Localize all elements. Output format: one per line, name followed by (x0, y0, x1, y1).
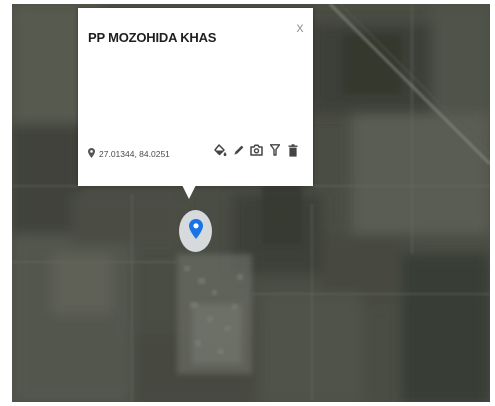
map-view[interactable]: PP MOZOHIDA KHAS x 27.01344, 84.0251 (12, 4, 490, 402)
camera-icon[interactable] (250, 142, 263, 158)
popup-pointer (182, 185, 196, 199)
close-button[interactable]: x (293, 20, 307, 34)
location-marker-icon (188, 218, 203, 244)
pencil-icon[interactable] (232, 142, 245, 158)
filter-icon[interactable] (268, 142, 281, 158)
map-pin-icon (88, 145, 95, 163)
location-marker[interactable] (179, 210, 212, 252)
trash-icon[interactable] (286, 142, 299, 158)
popup-toolbar (214, 142, 299, 158)
coordinates-text: 27.01344, 84.0251 (99, 149, 170, 159)
paint-bucket-icon[interactable] (214, 142, 227, 158)
popup-title: PP MOZOHIDA KHAS (88, 30, 217, 45)
coordinates-row: 27.01344, 84.0251 (88, 147, 170, 161)
info-popup: PP MOZOHIDA KHAS x 27.01344, 84.0251 (78, 8, 313, 186)
